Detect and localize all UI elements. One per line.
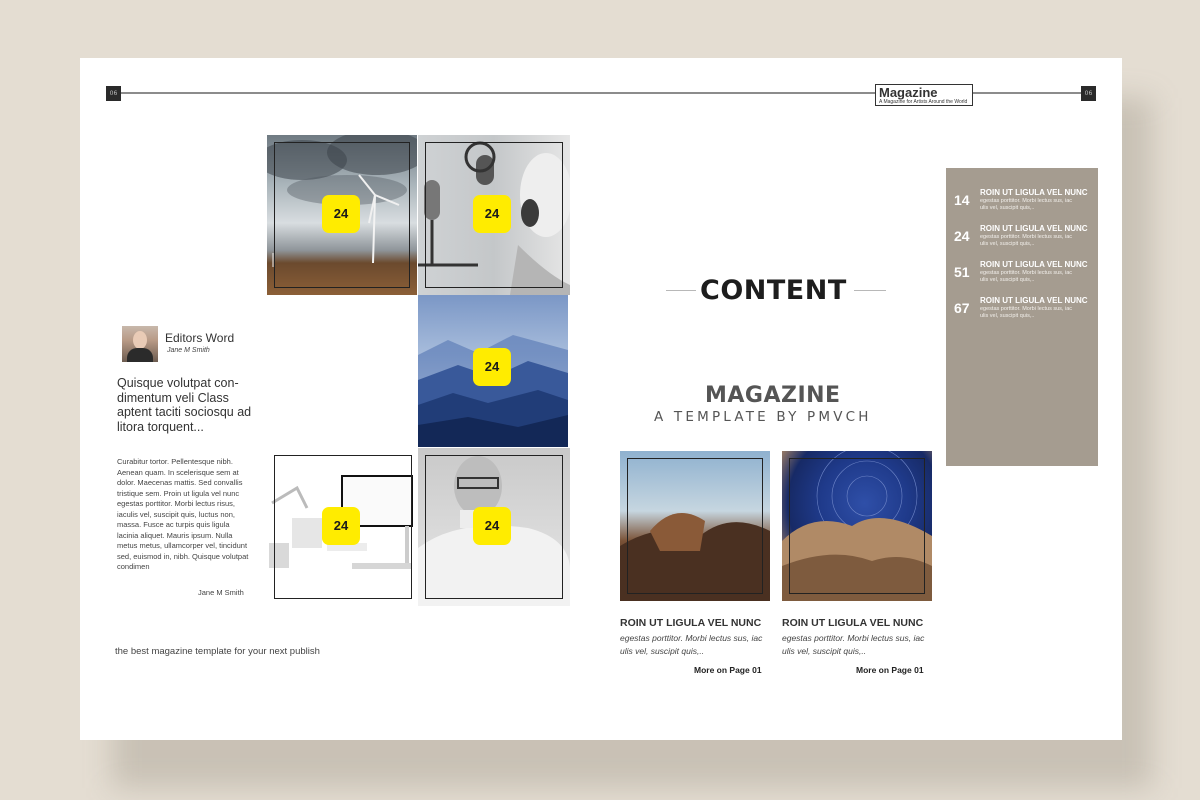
article-text: egestas porttitor. Morbi lectus sus, iac…: [782, 633, 925, 656]
rocks-starry-sky-photo: [782, 451, 932, 601]
tagline: the best magazine template for your next…: [115, 646, 320, 657]
editor-title: Editors Word: [165, 331, 235, 345]
toc-page-number: 24: [954, 228, 970, 244]
masthead-title: Magazine: [879, 85, 938, 100]
magazine-title: MAGAZINE: [705, 383, 841, 408]
toc-item[interactable]: 51 ROIN UT LIGULA VEL NUNC egestas portt…: [954, 260, 1094, 290]
toc-page-number: 67: [954, 300, 970, 316]
page-badge: 24: [322, 195, 360, 233]
desk-workspace-photo: 24: [267, 448, 417, 606]
horses-photo: [620, 451, 770, 601]
table-of-contents: 14 ROIN UT LIGULA VEL NUNC egestas portt…: [946, 168, 1098, 466]
editor-signature: Jane M Smith: [198, 588, 244, 597]
page-number-left: 06: [106, 86, 121, 101]
toc-heading: ROIN UT LIGULA VEL NUNC: [980, 224, 1088, 233]
toc-text: egestas porttitor. Morbi lectus sus, iac…: [980, 198, 1073, 211]
smiling-man-photo: 24: [418, 448, 570, 606]
editor-lead: Quisque volutpat con-dimentum veli Class…: [117, 376, 252, 434]
content-rule-left: [666, 290, 696, 291]
toc-item[interactable]: 14 ROIN UT LIGULA VEL NUNC egestas portt…: [954, 188, 1094, 218]
toc-heading: ROIN UT LIGULA VEL NUNC: [980, 296, 1088, 305]
editor-body: Curabitur tortor. Pellentesque nibh. Aen…: [117, 457, 249, 571]
article-more-link[interactable]: More on Page 01: [856, 665, 924, 675]
toc-heading: ROIN UT LIGULA VEL NUNC: [980, 188, 1088, 197]
toc-page-number: 14: [954, 192, 970, 208]
page-badge: 24: [473, 195, 511, 233]
article-more-link[interactable]: More on Page 01: [694, 665, 762, 675]
page-number-right: 06: [1081, 86, 1096, 101]
masthead: Magazine A Magazine for Artists Around t…: [875, 84, 973, 106]
editor-name: Jane M Smith: [167, 347, 210, 354]
article-heading: ROIN UT LIGULA VEL NUNC: [620, 617, 762, 629]
toc-text: egestas porttitor. Morbi lectus sus, iac…: [980, 270, 1073, 283]
page-badge: 24: [473, 507, 511, 545]
wind-turbine-photo: 24: [267, 135, 417, 295]
masthead-subtitle: A Magazine for Artists Around the World: [879, 99, 968, 105]
content-title: CONTENT: [700, 275, 847, 306]
article-text: egestas porttitor. Morbi lectus sus, iac…: [620, 633, 763, 656]
mountain-landscape-photo: 24: [418, 295, 568, 447]
toc-item[interactable]: 67 ROIN UT LIGULA VEL NUNC egestas portt…: [954, 296, 1094, 326]
magazine-spread: 06 06 Magazine A Magazine for Artists Ar…: [80, 58, 1122, 740]
page-badge: 24: [322, 507, 360, 545]
page-badge: 24: [473, 348, 511, 386]
magazine-subtitle: A TEMPLATE BY PMVCH: [654, 409, 872, 425]
singer-microphone-photo: 24: [418, 135, 570, 295]
toc-page-number: 51: [954, 264, 970, 280]
content-rule-right: [854, 290, 886, 291]
toc-heading: ROIN UT LIGULA VEL NUNC: [980, 260, 1088, 269]
toc-text: egestas porttitor. Morbi lectus sus, iac…: [980, 306, 1073, 319]
toc-item[interactable]: 24 ROIN UT LIGULA VEL NUNC egestas portt…: [954, 224, 1094, 254]
editor-avatar: [122, 326, 158, 362]
toc-text: egestas porttitor. Morbi lectus sus, iac…: [980, 234, 1073, 247]
article-heading: ROIN UT LIGULA VEL NUNC: [782, 617, 924, 629]
